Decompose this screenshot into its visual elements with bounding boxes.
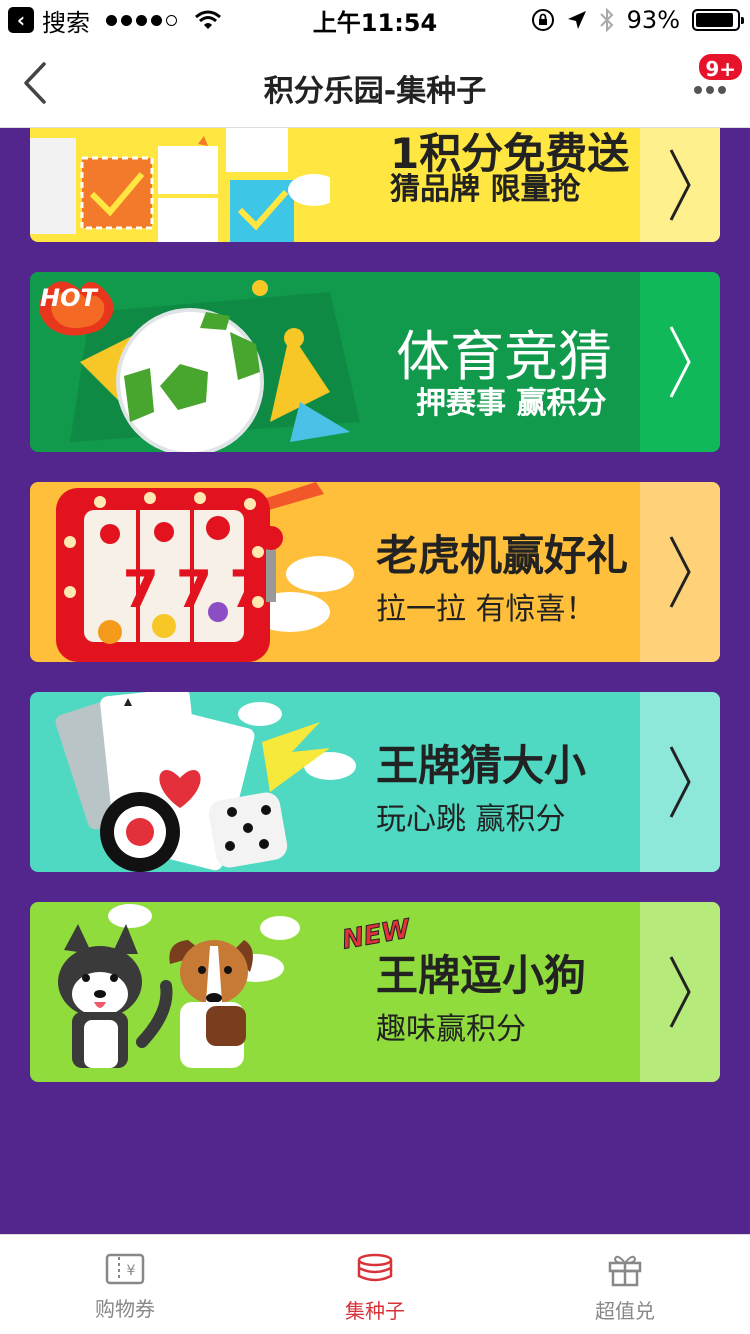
card-subtitle: 玩心跳 赢积分 [376,802,566,837]
card-subtitle: 押赛事 赢积分 [416,386,607,421]
card-title: 老虎机赢好礼 [376,531,629,580]
slot-reels: 7 7 7 [114,560,274,620]
more-dots-icon [694,86,734,94]
card-arrow[interactable] [640,902,720,1082]
back-app-label[interactable]: 搜索 [42,3,90,38]
more-menu-button[interactable]: 9+ [690,52,744,112]
wifi-icon [195,10,221,29]
nav-bar: 积分乐园-集种子 9+ [0,40,750,128]
tab-label: 购物券 [95,1297,155,1321]
battery-fill [696,13,734,27]
card-title: 王牌逗小狗 [376,951,587,1000]
gift-icon [608,1255,642,1287]
banner-slot-machine[interactable]: 7 7 7 老虎机赢好礼 拉一拉 有惊喜！ [30,482,720,662]
chevron-right-icon [669,746,691,818]
chevron-right-icon [669,956,691,1028]
playing-cards-illustration [55,692,356,872]
bluetooth-icon [599,7,614,33]
tab-label: 超值兑 [595,1299,655,1323]
tab-bar: ¥ 购物券 集种子 超值兑 [0,1234,750,1334]
banner-free-gift[interactable]: 1积分免费送 猜品牌 限量抢 [30,128,720,242]
banner-dog-game[interactable]: NEW 王牌逗小狗 趣味赢积分 [30,902,720,1082]
location-icon [567,11,586,29]
tab-label: 集种子 [345,1299,405,1323]
checklist-illustration [30,128,330,242]
back-to-app-icon[interactable]: ‹ [8,7,34,33]
coins-icon [357,1253,393,1282]
tab-coupons[interactable]: ¥ 购物券 [0,1235,250,1334]
battery-icon [692,9,744,31]
status-bar: ‹ 搜索 上午11:54 93% [0,0,750,40]
rotation-lock-icon [531,9,554,31]
card-subtitle: 猜品牌 限量抢 [390,172,581,207]
notification-badge: 9+ [697,52,744,82]
page-title: 积分乐园-集种子 [263,74,487,109]
card-title: 王牌猜大小 [376,741,587,790]
battery-percent: 93% [626,6,680,34]
slot-reel: 7 [122,560,159,620]
hot-tag: HOT [40,284,97,312]
dogs-illustration [58,904,300,1068]
signal-icon [106,14,177,26]
chevron-right-icon [669,149,691,221]
chevron-right-icon [669,326,691,398]
slot-reel: 7 [229,560,266,620]
banner-card-guess[interactable]: 王牌猜大小 玩心跳 赢积分 [30,692,720,872]
chevron-right-icon [669,536,691,608]
svg-text:¥: ¥ [127,1263,136,1279]
card-arrow[interactable] [640,128,720,242]
banner-sports-betting[interactable]: HOT 体育竞猜 押赛事 赢积分 [30,272,720,452]
card-subtitle: 拉一拉 有惊喜！ [376,592,596,627]
tab-deals[interactable]: 超值兑 [500,1235,750,1334]
card-arrow[interactable] [640,692,720,872]
card-subtitle: 趣味赢积分 [376,1012,526,1047]
tab-seeds[interactable]: 集种子 [250,1235,500,1334]
card-arrow[interactable] [640,482,720,662]
card-arrow[interactable] [640,272,720,452]
slot-reel: 7 [175,560,213,620]
coupon-icon: ¥ [105,1253,145,1285]
